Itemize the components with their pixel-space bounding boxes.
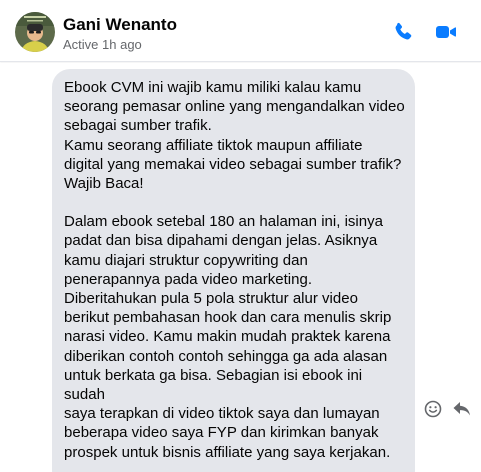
contact-name[interactable]: Gani Wenanto [63,15,177,35]
video-camera-icon [436,26,456,38]
message-paragraph: Dalam ebook setebal 180 an halaman ini, … [64,213,392,461]
message-paragraph: Ebook CVM ini wajib kamu miliki kalau ka… [64,79,405,193]
avatar-photo-icon [15,12,55,52]
phone-icon [395,22,412,40]
chat-header: Gani Wenanto Active 1h ago [0,0,481,62]
message-thread: Ebook CVM ini wajib kamu miliki kalau ka… [0,63,481,472]
smiley-icon [424,400,442,418]
reply-arrow-icon [453,402,470,416]
video-call-button[interactable] [434,20,458,44]
messenger-chat-window: Gani Wenanto Active 1h ago Ebook CVM ini… [0,0,481,472]
message-bubble[interactable]: Ebook CVM ini wajib kamu miliki kalau ka… [52,69,415,472]
contact-avatar[interactable] [15,12,55,52]
active-status: Active 1h ago [63,37,142,52]
voice-call-button[interactable] [391,20,415,44]
react-button[interactable] [423,399,443,419]
reply-button[interactable] [452,399,472,419]
